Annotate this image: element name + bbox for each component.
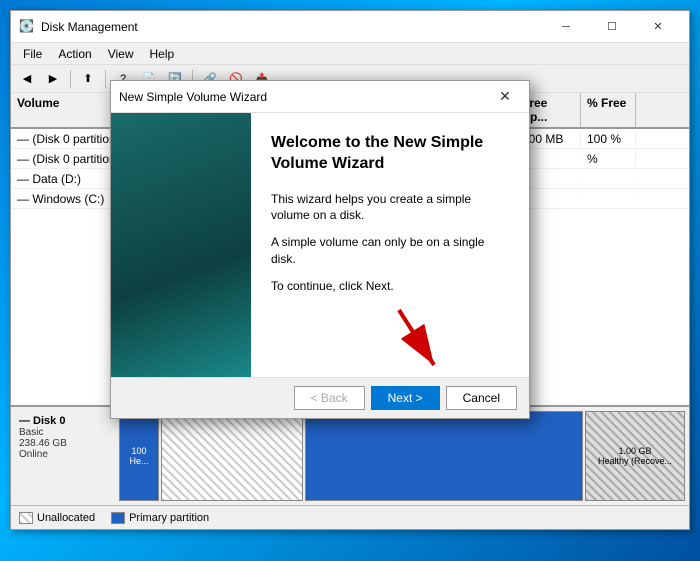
legend-primary-box [111, 512, 125, 524]
wizard-text-2: A simple volume can only be on a single … [271, 234, 509, 268]
disk-size: 238.46 GB [19, 438, 111, 449]
row2-pct [581, 178, 636, 180]
toolbar-sep-2 [105, 70, 106, 88]
minimize-button[interactable]: ─ [543, 11, 589, 43]
window-title: Disk Management [41, 20, 543, 34]
wizard-footer: < Back Next > Cancel [111, 377, 529, 418]
col-header-pct: % Free [581, 93, 636, 127]
wizard-text-1: This wizard helps you create a simple vo… [271, 191, 509, 225]
title-bar: 💽 Disk Management ─ ☐ ✕ [11, 11, 689, 43]
wizard-close-button[interactable]: ✕ [489, 83, 521, 111]
row3-pct [581, 198, 636, 200]
menu-help[interactable]: Help [142, 45, 183, 63]
disk-info: — Disk 0 Basic 238.46 GB Online [15, 411, 115, 501]
disk-seg-recovery: 1.00 GBHealthy (Recove... [585, 411, 685, 501]
row1-pct: % [581, 151, 636, 167]
menu-bar: File Action View Help [11, 43, 689, 65]
legend-primary: Primary partition [111, 512, 209, 524]
toolbar-forward[interactable]: ▶ [41, 68, 65, 90]
disk-seg-system: 100He... [119, 411, 159, 501]
disk-label: — Disk 0 [19, 415, 111, 427]
wizard-title-text: New Simple Volume Wizard [119, 90, 489, 104]
toolbar-sep-1 [70, 70, 71, 88]
close-button[interactable]: ✕ [635, 11, 681, 43]
status-bar: Unallocated Primary partition [11, 505, 689, 529]
legend-unallocated-box [19, 512, 33, 524]
legend-unallocated: Unallocated [19, 512, 95, 524]
toolbar-back[interactable]: ◀ [15, 68, 39, 90]
wizard-body: Welcome to the New Simple Volume Wizard … [111, 113, 529, 377]
disk-panel: — Disk 0 Basic 238.46 GB Online 100He...… [11, 405, 689, 505]
cancel-button[interactable]: Cancel [446, 386, 517, 410]
back-button: < Back [294, 386, 365, 410]
disk-bars: 100He... 1.00 GBHealthy (Recove... [119, 411, 685, 501]
menu-action[interactable]: Action [50, 45, 99, 63]
next-button[interactable]: Next > [371, 386, 440, 410]
wizard-main-title: Welcome to the New Simple Volume Wizard [271, 133, 509, 175]
legend-unallocated-label: Unallocated [37, 512, 95, 524]
menu-view[interactable]: View [100, 45, 142, 63]
disk-seg-unalloc1 [161, 411, 303, 501]
next-arrow [389, 305, 449, 375]
disk-status: Online [19, 449, 111, 460]
disk-type: Basic [19, 427, 111, 438]
wizard-dialog: New Simple Volume Wizard ✕ Welcome to th… [110, 80, 530, 419]
row0-pct: 100 % [581, 131, 636, 147]
toolbar-up[interactable]: ⬆ [76, 68, 100, 90]
disk-seg-main [305, 411, 583, 501]
wizard-title-bar: New Simple Volume Wizard ✕ [111, 81, 529, 113]
wizard-text-3: To continue, click Next. [271, 278, 509, 295]
app-icon: 💽 [19, 19, 35, 35]
arrow-container [271, 305, 509, 365]
menu-file[interactable]: File [15, 45, 50, 63]
wizard-content: Welcome to the New Simple Volume Wizard … [251, 113, 529, 377]
window-controls: ─ ☐ ✕ [543, 11, 681, 43]
wizard-sidebar [111, 113, 251, 377]
legend-primary-label: Primary partition [129, 512, 209, 524]
maximize-button[interactable]: ☐ [589, 11, 635, 43]
